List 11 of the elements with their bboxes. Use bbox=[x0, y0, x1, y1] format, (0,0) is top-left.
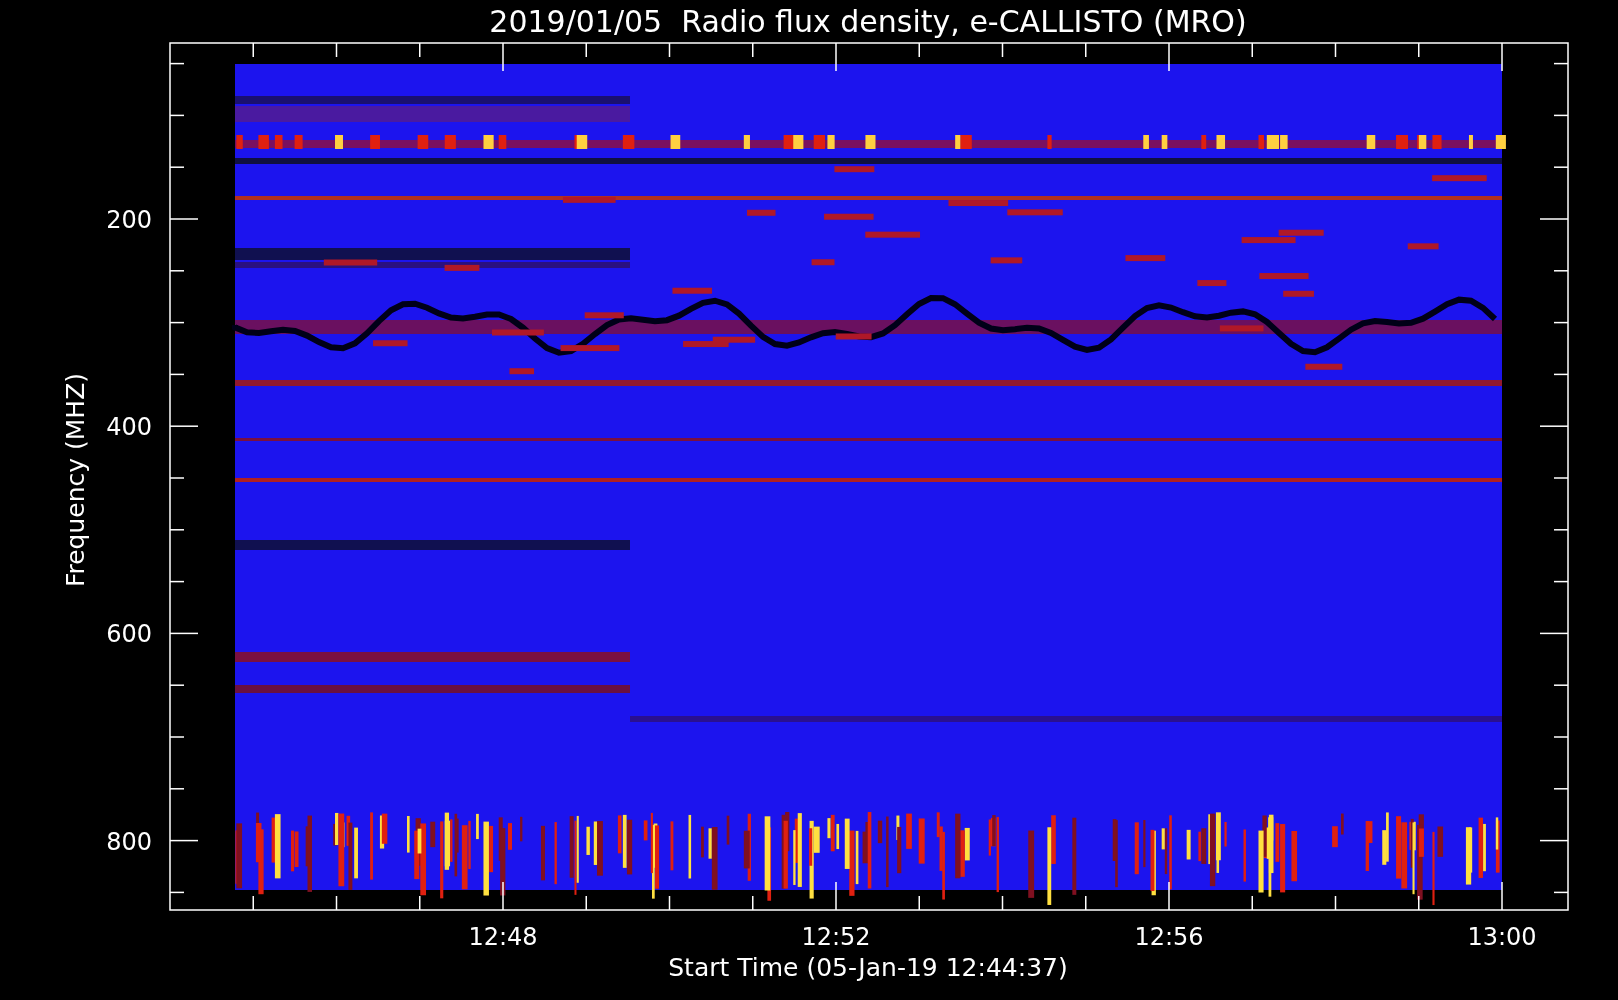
y-tick-label: 200 bbox=[106, 206, 152, 234]
y-axis-label: Frequency (MHZ) bbox=[61, 372, 90, 588]
x-tick-label: 13:00 bbox=[1467, 923, 1537, 951]
x-tick-label: 12:56 bbox=[1134, 923, 1204, 951]
y-tick-label: 800 bbox=[106, 827, 152, 856]
x-tick-label: 12:52 bbox=[801, 923, 871, 951]
x-axis-label: Start Time (05-Jan-19 12:44:37) bbox=[668, 953, 1068, 982]
y-tick-label: 600 bbox=[106, 620, 152, 649]
y-tick-label: 400 bbox=[106, 413, 152, 442]
chart-title: 2019/01/05 Radio flux density, e-CALLISTO (MRO) bbox=[489, 4, 1247, 39]
x-tick-label: 12:48 bbox=[468, 923, 538, 951]
